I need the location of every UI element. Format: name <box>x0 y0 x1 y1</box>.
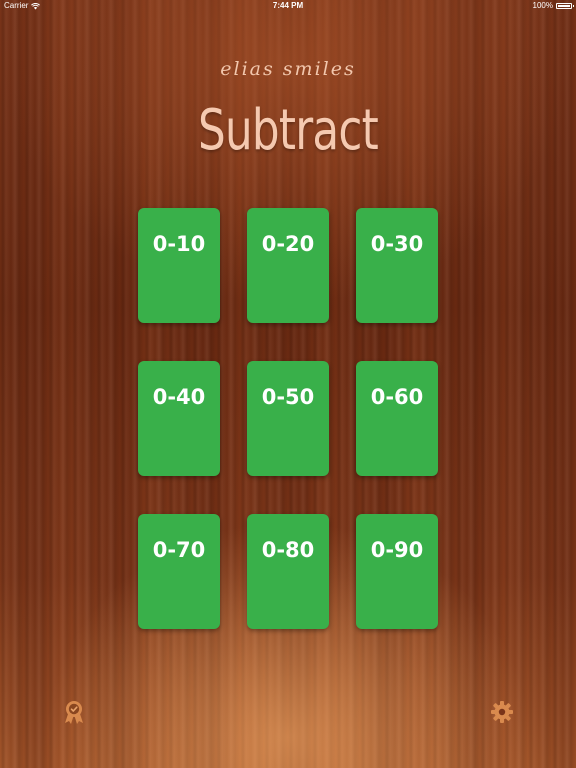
battery-icon <box>556 3 574 9</box>
range-card-0-60[interactable]: 0-60 <box>356 361 438 476</box>
card-label: 0-20 <box>261 232 315 256</box>
range-card-0-30[interactable]: 0-30 <box>356 208 438 323</box>
card-label: 0-40 <box>152 385 206 409</box>
award-ribbon-icon <box>65 701 83 724</box>
settings-button[interactable] <box>489 699 515 725</box>
card-label: 0-60 <box>370 385 424 409</box>
card-label: 0-90 <box>370 538 424 562</box>
range-card-0-10[interactable]: 0-10 <box>138 208 220 323</box>
status-right: 100% <box>532 0 574 12</box>
status-bar: Carrier 7:44 PM 100% <box>0 0 576 12</box>
range-card-0-80[interactable]: 0-80 <box>247 514 329 629</box>
range-card-0-70[interactable]: 0-70 <box>138 514 220 629</box>
range-card-0-40[interactable]: 0-40 <box>138 361 220 476</box>
status-time: 7:44 PM <box>272 1 304 10</box>
range-card-0-20[interactable]: 0-20 <box>247 208 329 323</box>
range-card-0-50[interactable]: 0-50 <box>247 361 329 476</box>
battery-fill <box>558 5 570 7</box>
battery-percent: 100% <box>532 1 553 10</box>
card-label: 0-70 <box>152 538 206 562</box>
awards-button[interactable] <box>61 699 87 725</box>
brand-logo-text: elias smiles <box>220 58 356 80</box>
page-title: Subtract <box>198 98 379 163</box>
card-label: 0-10 <box>152 232 206 256</box>
gear-icon <box>491 701 513 723</box>
card-label: 0-50 <box>261 385 315 409</box>
card-label: 0-80 <box>261 538 315 562</box>
card-label: 0-30 <box>370 232 424 256</box>
range-card-0-90[interactable]: 0-90 <box>356 514 438 629</box>
